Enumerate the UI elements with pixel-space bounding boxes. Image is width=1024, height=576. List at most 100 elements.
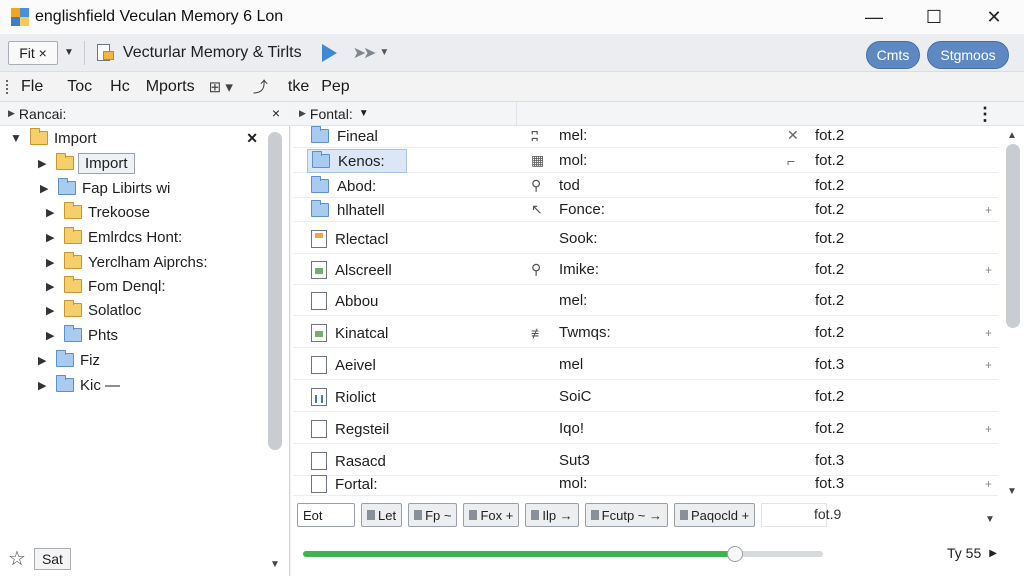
add-icon[interactable]: + <box>985 203 992 217</box>
chevron-down-icon[interactable]: ▼ <box>10 131 22 145</box>
filter-chip[interactable]: Let <box>361 503 403 527</box>
minimize-button[interactable]: — <box>844 0 904 34</box>
chevron-right-icon[interactable]: ▶ <box>38 157 48 170</box>
menu-tools[interactable]: Toc <box>67 78 92 96</box>
add-icon[interactable]: + <box>985 358 992 372</box>
chevron-right-icon[interactable]: ▶ <box>46 256 56 269</box>
toolbar-divider <box>83 40 85 65</box>
type-icon: ⚲ <box>531 177 542 193</box>
add-icon[interactable]: + <box>985 326 992 340</box>
add-icon[interactable]: + <box>985 263 992 277</box>
scrollbar-thumb[interactable] <box>1006 144 1020 328</box>
view-combo[interactable]: Fit × <box>8 40 58 65</box>
slider-handle[interactable] <box>727 546 743 562</box>
list-scrollbar[interactable]: ▲ ▼ <box>1003 130 1023 497</box>
filter-value: fot.9 <box>814 506 842 522</box>
tree-item[interactable]: ▶ Fap Libirts wi <box>0 176 262 200</box>
list-item[interactable]: Fortal: mol: fot.3 + <box>293 472 998 496</box>
close-icon[interactable]: × <box>272 105 280 121</box>
chevron-right-icon[interactable]: ▶ <box>46 280 56 293</box>
grip-handle[interactable] <box>6 79 9 94</box>
chevron-down-icon[interactable]: ▼ <box>359 108 369 119</box>
scroll-down-icon[interactable]: ▼ <box>1007 486 1017 497</box>
menu-help[interactable]: Hc <box>110 78 130 96</box>
chevron-right-icon[interactable]: ▶ <box>46 206 56 219</box>
list-item[interactable]: Regsteil Iqo! fot.2 + <box>293 414 998 444</box>
open-project-icon[interactable] <box>95 43 115 63</box>
filter-chip[interactable]: Fp ~ <box>408 503 458 527</box>
progress-fill <box>303 551 735 557</box>
close-icon[interactable]: ✕ <box>246 130 258 147</box>
filter-chip-label: Fp ~ <box>425 507 452 523</box>
chevron-right-icon[interactable]: ▶ <box>38 354 48 367</box>
column-divider[interactable] <box>516 102 517 126</box>
scroll-up-icon[interactable]: ▲ <box>1007 130 1017 141</box>
tree-item[interactable]: ▶ Emlrdcs Hont: <box>0 225 262 249</box>
list-item[interactable]: Rlectacl Sook: fot.2 <box>293 224 998 254</box>
tree-item[interactable]: ▶ Kic — <box>0 373 262 397</box>
star-icon[interactable]: ☆ <box>8 546 26 571</box>
tree-scrollbar[interactable]: ▼ <box>266 130 284 576</box>
filter-chip[interactable]: Ilp → <box>525 503 579 527</box>
list-item[interactable]: Alscreell ⚲ Imike: fot.2 + <box>293 255 998 285</box>
list-item[interactable]: Kinatcal ≢ Twmqs: fot.2 + <box>293 318 998 348</box>
list-item[interactable]: Fineal ʭ mel: ✕ fot.2 <box>293 124 998 148</box>
fast-forward-icon[interactable]: ➤➤ <box>353 43 377 63</box>
menu-imports[interactable]: Mports <box>146 78 195 96</box>
more-options-icon[interactable]: ⋮ <box>976 104 994 125</box>
list-item[interactable]: hlhatell ↖ Fonce: fot.2 + <box>293 198 998 222</box>
tree-item[interactable]: ▶ Trekoose <box>0 200 262 224</box>
scrollbar-thumb[interactable] <box>268 132 282 450</box>
comments-button[interactable]: Cmts <box>866 41 920 69</box>
chevron-right-icon[interactable]: ▶ <box>46 304 56 317</box>
item-format: fot.2 <box>815 388 845 405</box>
progress-slider[interactable] <box>303 546 823 562</box>
play-icon[interactable] <box>321 43 337 62</box>
pin-icon[interactable]: ⤴ <box>253 76 268 97</box>
list-item[interactable]: Abod: ⚲ tod fot.2 <box>293 174 998 198</box>
collapse-icon[interactable]: ▶ <box>299 108 306 119</box>
chevron-right-icon[interactable]: ▶ <box>989 548 997 559</box>
maximize-button[interactable]: ☐ <box>904 0 964 34</box>
add-icon[interactable]: + <box>985 477 992 491</box>
list-item[interactable]: Kenos: ▦ mol: ⌐ fot.2 <box>293 149 998 173</box>
menu-take[interactable]: tke <box>288 78 309 96</box>
layout-icon[interactable]: ⊞ ▾ <box>209 78 233 96</box>
tree-item[interactable]: ▼ Import ✕ <box>0 126 262 150</box>
list-item[interactable]: Abbou mel: fot.2 <box>293 286 998 316</box>
chevron-right-icon[interactable]: ▶ <box>40 182 50 195</box>
collapse-icon[interactable]: ▶ <box>8 108 15 119</box>
item-type: Fonce: <box>559 201 605 218</box>
folder-icon <box>64 227 82 244</box>
filter-chip[interactable]: Paqocld + <box>674 503 756 527</box>
tree-item[interactable]: ▶ Fiz <box>0 348 262 372</box>
tree-item[interactable]: ▶ Yerclham Aiprchs: <box>0 250 262 274</box>
chevron-down-icon[interactable]: ▼ <box>64 47 74 58</box>
chevron-right-icon[interactable]: ▶ <box>46 231 56 244</box>
filter-chip[interactable]: Fox + <box>463 503 520 527</box>
chevron-right-icon[interactable]: ▶ <box>38 379 48 392</box>
settings-button[interactable]: Stgmoos <box>927 41 1009 69</box>
type-icon: ▦ <box>531 152 545 168</box>
sort-button[interactable]: Sat <box>33 547 71 570</box>
add-icon[interactable]: + <box>985 422 992 436</box>
menu-file[interactable]: Fle <box>21 78 43 96</box>
chevron-down-icon[interactable]: ▼ <box>985 514 995 525</box>
chevron-right-icon[interactable]: ▶ <box>46 329 56 342</box>
close-button[interactable]: ✕ <box>964 0 1024 34</box>
list-item[interactable]: Aeivel mel fot.3 + <box>293 350 998 380</box>
tree-item[interactable]: ▶ Import <box>0 151 262 175</box>
tree-item-label: Solatloc <box>88 301 142 319</box>
tree-item[interactable]: ▶ Phts <box>0 323 262 347</box>
tree-item[interactable]: ▶ Fom Denql: <box>0 274 262 298</box>
filter-chip[interactable]: Fcutp ~ → <box>584 503 668 527</box>
item-type: mel <box>559 356 584 373</box>
list-item[interactable]: Riolict SoiC fot.2 <box>293 382 998 412</box>
item-type: SoiC <box>559 388 592 405</box>
filter-bar: Eot Let Fp ~ Fox + Ilp → Fcutp ~ → Paqoc… <box>297 502 828 528</box>
tree-item[interactable]: ▶ Solatloc <box>0 298 262 322</box>
chevron-down-icon[interactable]: ▼ <box>379 47 389 58</box>
filter-chip[interactable]: Eot <box>297 503 355 527</box>
scroll-down-icon[interactable]: ▼ <box>270 559 280 570</box>
menu-prep[interactable]: Pep <box>321 78 349 96</box>
